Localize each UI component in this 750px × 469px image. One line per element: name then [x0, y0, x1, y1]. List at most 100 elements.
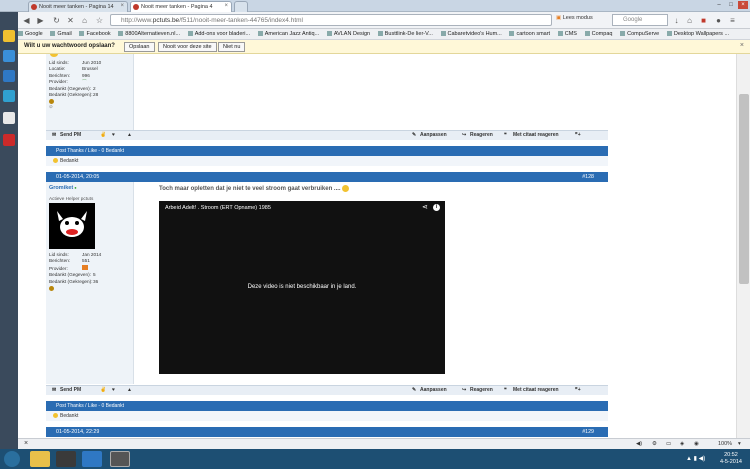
menu-icon[interactable]: ≡ [728, 16, 737, 25]
bookmark[interactable]: cartoon smart [509, 29, 550, 39]
attachment-icon: ⊘ [49, 104, 53, 110]
reply-button[interactable]: Reageren [470, 131, 493, 140]
back-icon[interactable]: ◀ [22, 16, 31, 25]
tab-1[interactable]: Nooit meer tanken - Pagina 14 × [28, 1, 128, 12]
globe-icon[interactable] [3, 90, 15, 102]
thanks-icon[interactable]: ✌ [100, 131, 106, 140]
star-icon[interactable] [3, 30, 15, 42]
video-embed[interactable]: Arbeid Adelt! . Stroom (ERT Opname) 1985… [159, 201, 445, 374]
bookmark[interactable]: CompuServe [620, 29, 659, 39]
bookmark[interactable]: Busttlink-De lier-V... [377, 29, 433, 39]
info-icon[interactable]: i [433, 204, 440, 211]
bookmark[interactable]: AVLAN Design [326, 29, 370, 39]
home-icon[interactable]: ⌂ [685, 16, 694, 25]
edit-button[interactable]: Aanpassen [420, 386, 447, 395]
report-icon[interactable]: ▲ [127, 131, 132, 140]
provider-icon [82, 264, 88, 270]
post-message: Toch maar opletten dat je niet te veel s… [159, 185, 350, 192]
bookmark-star-icon[interactable]: ☆ [95, 16, 104, 25]
thanks-bar-label[interactable]: Post Thanks / Like - 0 Bedankt [56, 403, 124, 409]
bookmark-icon [257, 31, 263, 37]
screen-icon[interactable]: ▭ [666, 439, 671, 449]
notes-icon[interactable] [3, 112, 15, 124]
thanks-bar-label[interactable]: Post Thanks / Like - 0 Bedankt [56, 148, 124, 154]
new-tab-button[interactable] [234, 1, 248, 12]
chevron-down-icon[interactable]: ▾ [738, 439, 741, 449]
stop-icon[interactable]: ✕ [66, 16, 75, 25]
quote-reply-button[interactable]: Met citaat reageren [513, 386, 559, 395]
addon-icon[interactable]: ● [714, 16, 723, 25]
bookmark[interactable]: CMS [557, 29, 577, 39]
youtube-icon[interactable] [3, 134, 15, 146]
thanks-label: Bedankt [60, 158, 79, 164]
close-tab-icon[interactable]: × [224, 3, 228, 9]
reply-button[interactable]: Reageren [470, 386, 493, 395]
save-password-button[interactable]: Opslaan [124, 42, 155, 52]
edit-button[interactable]: Aanpassen [420, 131, 447, 140]
app-icon[interactable] [82, 451, 102, 467]
read-mode-label: Lees modus [562, 15, 593, 21]
media-player-icon[interactable] [56, 451, 76, 467]
tab-2[interactable]: Nooit meer tanken - Pagina 4 × [130, 1, 232, 12]
browser-titlebar: Nooit meer tanken - Pagina 14 × Nooit me… [0, 0, 750, 12]
thanks-icon[interactable]: ✌ [100, 386, 106, 395]
video-title[interactable]: Arbeid Adelt! . Stroom (ERT Opname) 1985 [165, 205, 271, 211]
bookmark[interactable]: Compaq [584, 29, 612, 39]
not-now-button[interactable]: Niet nu [218, 42, 246, 52]
bookmark[interactable]: Facebook [79, 29, 111, 39]
download-icon[interactable]: ↓ [672, 16, 681, 25]
username-link[interactable]: Gromiket ● [49, 185, 77, 191]
bookmark[interactable]: Google [18, 29, 43, 39]
addon-icon[interactable]: ■ [699, 16, 708, 25]
like-icon[interactable]: ♥ [112, 386, 115, 395]
multi-quote-icon[interactable]: ❞+ [575, 386, 581, 395]
avatar[interactable] [49, 203, 95, 249]
windows-taskbar: ▲ ▮ ◀) 20:52 4-5-2014 [0, 449, 750, 469]
maximize-icon[interactable]: □ [726, 1, 736, 9]
zoom-level[interactable]: 100% [718, 439, 732, 449]
addon-icon[interactable]: ⚙ [652, 439, 657, 449]
addon-icon[interactable]: ◈ [680, 439, 684, 449]
file-explorer-icon[interactable] [30, 451, 50, 467]
bookmark[interactable]: 8800Alternatieven.nl... [118, 29, 180, 39]
forward-icon[interactable]: ▶ [36, 16, 45, 25]
bookmark[interactable]: Desktop Wallpapers ... [666, 29, 729, 39]
bookmark[interactable]: American Jazz Antiq... [257, 29, 319, 39]
speaker-icon[interactable]: ◀) [636, 439, 642, 449]
send-pm-button[interactable]: Send PM [60, 386, 81, 395]
user-field: Bedankt (Gekregen):28 [49, 92, 99, 98]
bookmark[interactable]: Cabaretvideo's Hum... [440, 29, 502, 39]
minimize-icon[interactable]: – [714, 1, 724, 9]
close-window-icon[interactable]: × [738, 1, 748, 9]
send-pm-button[interactable]: Send PM [60, 131, 81, 140]
addon-icon[interactable]: ◉ [694, 439, 699, 449]
multi-quote-icon[interactable]: ❞+ [575, 131, 581, 140]
address-bar[interactable]: http://www.pctuts.be/f511/nooit-meer-tan… [110, 14, 552, 26]
post-number-link[interactable]: #128 [582, 172, 594, 182]
report-icon[interactable]: ▲ [127, 386, 132, 395]
reload-icon[interactable]: ↻ [52, 16, 61, 25]
chat-icon[interactable] [3, 70, 15, 82]
reply-icon: ↪ [462, 387, 467, 393]
system-clock[interactable]: 20:52 4-5-2014 [720, 452, 742, 466]
tray-icons[interactable]: ▲ ▮ ◀) [686, 455, 705, 462]
post-date: 01-05-2014, 22:29 [56, 429, 100, 435]
start-button-icon[interactable] [4, 451, 20, 467]
share-icon[interactable]: ⋖ [422, 203, 428, 211]
close-icon[interactable]: × [24, 439, 28, 449]
scrollbar-thumb[interactable] [739, 94, 749, 284]
close-icon[interactable]: × [740, 42, 744, 49]
read-mode-button[interactable]: ▣ Lees modus [556, 15, 593, 21]
never-save-button[interactable]: Nooit voor deze site [158, 42, 217, 52]
post-number-link[interactable]: #129 [582, 427, 594, 437]
bookmark[interactable]: Add-ons voor bladeri... [187, 29, 250, 39]
download-app-icon[interactable] [3, 50, 15, 62]
vertical-scrollbar[interactable] [736, 54, 750, 438]
camera-icon[interactable] [110, 451, 130, 467]
close-tab-icon[interactable]: × [120, 3, 124, 9]
search-input[interactable]: Google [612, 14, 668, 26]
bookmark[interactable]: Gmail [50, 29, 72, 39]
quote-reply-button[interactable]: Met citaat reageren [513, 131, 559, 140]
home-icon[interactable]: ⌂ [80, 16, 89, 25]
like-icon[interactable]: ♥ [112, 131, 115, 140]
